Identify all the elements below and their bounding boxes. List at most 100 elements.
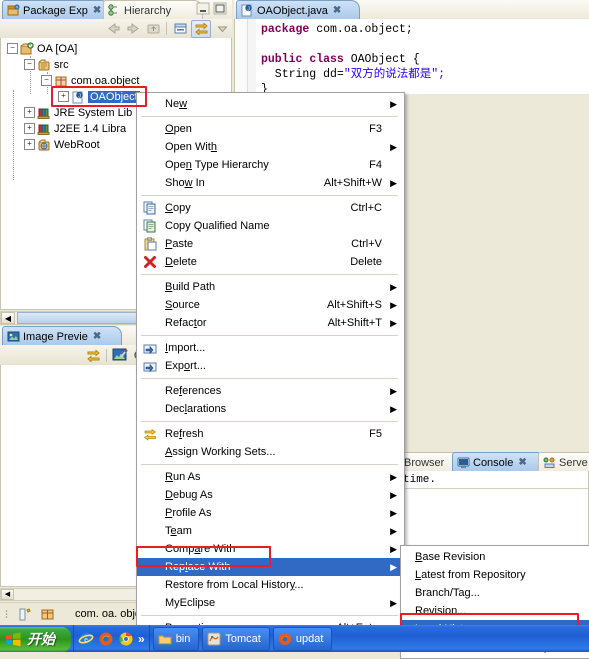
svg-text:J: J — [78, 93, 81, 99]
menu-item-import[interactable]: Import... — [137, 339, 404, 357]
up-icon[interactable] — [144, 21, 162, 37]
menu-item-restore-from-local-history[interactable]: Restore from Local History... — [137, 576, 404, 594]
submenu-item-label: Latest from Repository — [415, 569, 526, 581]
menu-item-declarations[interactable]: Declarations ▶ — [137, 400, 404, 418]
menu-item-refresh[interactable]: Refresh F5 — [137, 425, 404, 443]
submenu-item-branch-tag[interactable]: Branch/Tag... — [401, 584, 589, 602]
expand-toggle-icon[interactable]: − — [24, 59, 35, 70]
tree-node-src[interactable]: − src — [24, 57, 69, 72]
firefox-icon[interactable] — [98, 631, 114, 647]
expand-toggle-icon[interactable]: − — [7, 43, 18, 54]
taskbar-item-update[interactable]: updat — [272, 626, 333, 651]
menu-item-copy[interactable]: Copy Ctrl+C — [137, 199, 404, 217]
menu-separator — [141, 421, 398, 422]
tree-node-oaobject[interactable]: + J OAObject — [58, 89, 140, 104]
submenu-item-base-revision[interactable]: Base Revision — [401, 548, 589, 566]
tree-node-package[interactable]: − com.oa.object — [41, 73, 139, 88]
tab-console[interactable]: Console ✖ — [452, 452, 546, 472]
submenu-item-label: Base Revision — [415, 551, 486, 563]
menu-item-compare-with[interactable]: Compare With ▶ — [137, 540, 404, 558]
collapse-all-icon[interactable] — [171, 21, 189, 37]
taskbar-item-tomcat[interactable]: Tomcat — [202, 626, 270, 651]
menu-item-export[interactable]: Export... — [137, 357, 404, 375]
tree-node-jre-system-library[interactable]: + JRE System Lib — [24, 105, 132, 120]
tree-node-oa-project[interactable]: − OA [OA] — [7, 41, 77, 56]
tab-servers[interactable]: Serve — [538, 452, 589, 472]
menu-item-paste[interactable]: Paste Ctrl+V — [137, 235, 404, 253]
close-icon[interactable]: ✖ — [333, 5, 341, 16]
quick-launch-bar: e » — [73, 625, 150, 652]
expand-toggle-icon[interactable]: + — [24, 139, 35, 150]
menu-item-run-as[interactable]: Run As ▶ — [137, 468, 404, 486]
tab-editor-oaobject[interactable]: J OAObject.java ✖ — [236, 0, 360, 20]
taskbar-item-label: Tomcat — [225, 632, 261, 645]
scroll-left-button[interactable]: ◀ — [1, 589, 14, 600]
tab-package-explorer[interactable]: Package Exp ✖ — [2, 0, 110, 20]
servers-icon — [543, 456, 556, 469]
tab-image-preview[interactable]: Image Previe ✖ — [2, 326, 122, 346]
menu-item-debug-as[interactable]: Debug As ▶ — [137, 486, 404, 504]
tab-hierarchy[interactable]: Hierarchy — [103, 0, 203, 20]
submenu-item-revision[interactable]: Revision... — [401, 602, 589, 620]
view-maximize-button[interactable] — [213, 2, 228, 16]
menu-item-label: Copy Qualified Name — [165, 220, 270, 232]
more-chevrons-icon[interactable]: » — [138, 632, 145, 646]
menu-item-open-with[interactable]: Open With ▶ — [137, 138, 404, 156]
view-menu-icon[interactable] — [213, 21, 231, 37]
scroll-left-button[interactable]: ◀ — [1, 312, 15, 324]
menu-item-refactor[interactable]: Refactor Alt+Shift+T ▶ — [137, 314, 404, 332]
expand-toggle-icon[interactable]: + — [24, 107, 35, 118]
forward-icon[interactable] — [124, 21, 142, 37]
close-icon[interactable]: ✖ — [518, 457, 526, 468]
context-menu[interactable]: New ▶ Open F3 Open With ▶ Open Type Hierarchy F… — [136, 92, 405, 640]
menu-item-profile-as[interactable]: Profile As ▶ — [137, 504, 404, 522]
menu-separator — [141, 464, 398, 465]
taskbar-item-bin[interactable]: bin — [152, 626, 200, 651]
tree-node-webroot[interactable]: + WebRoot — [24, 137, 100, 152]
menu-item-references[interactable]: References ▶ — [137, 382, 404, 400]
menu-item-build-path[interactable]: Build Path ▶ — [137, 278, 404, 296]
expand-toggle-icon[interactable]: + — [58, 91, 69, 102]
chrome-icon[interactable] — [118, 631, 134, 647]
submenu-arrow-icon: ▶ — [390, 489, 397, 500]
menu-item-source[interactable]: Source Alt+Shift+S ▶ — [137, 296, 404, 314]
menu-item-label: Copy — [165, 202, 191, 214]
menu-item-show-in[interactable]: Show In Alt+Shift+W ▶ — [137, 174, 404, 192]
submenu-arrow-icon: ▶ — [390, 597, 397, 608]
sync-icon[interactable] — [84, 347, 102, 363]
editor-code-area[interactable]: package com.oa.object; public class OAOb… — [234, 19, 589, 94]
image-preview-canvas[interactable] — [0, 365, 150, 587]
menu-item-open[interactable]: Open F3 — [137, 120, 404, 138]
link-with-editor-icon[interactable] — [191, 19, 211, 38]
close-icon[interactable]: ✖ — [93, 5, 101, 16]
menu-item-myeclipse[interactable]: MyEclipse ▶ — [137, 594, 404, 612]
expand-toggle-icon[interactable]: + — [24, 123, 35, 134]
menu-item-label: Replace With — [165, 561, 231, 573]
editor-source-text[interactable]: package com.oa.object; public class OAOb… — [261, 22, 445, 94]
image-preview-scrollbar[interactable]: ◀ — [0, 588, 150, 601]
menu-item-delete[interactable]: Delete Delete — [137, 253, 404, 271]
menu-item-assign-working-sets[interactable]: Assign Working Sets... — [137, 443, 404, 461]
close-icon[interactable]: ✖ — [93, 331, 101, 342]
view-minimize-button[interactable] — [196, 2, 211, 16]
menu-item-shortcut: Alt+Shift+S — [326, 299, 382, 311]
start-button[interactable]: 开始 — [0, 626, 71, 652]
menu-item-label: Refactor — [165, 317, 207, 329]
tree-node-label: WebRoot — [54, 138, 100, 151]
menu-item-team[interactable]: Team ▶ — [137, 522, 404, 540]
submenu-item-latest-from-repository[interactable]: Latest from Repository — [401, 566, 589, 584]
ie-icon[interactable]: e — [78, 631, 94, 647]
menu-item-copy-qualified-name[interactable]: Copy Qualified Name — [137, 217, 404, 235]
menu-item-replace-with[interactable]: Replace With ▶ — [137, 558, 404, 576]
folder-icon — [158, 632, 172, 646]
menu-item-open-type-hierarchy[interactable]: Open Type Hierarchy F4 — [137, 156, 404, 174]
tree-node-j2ee-library[interactable]: + J2EE 1.4 Libra — [24, 121, 126, 136]
back-icon[interactable] — [104, 21, 122, 37]
menu-separator — [141, 195, 398, 196]
menu-item-new[interactable]: New ▶ — [137, 95, 404, 113]
menu-item-label: References — [165, 385, 222, 397]
image-tool-icon[interactable] — [111, 347, 129, 363]
menu-item-shortcut: Delete — [350, 256, 382, 268]
submenu-item-label: Branch/Tag... — [415, 587, 480, 599]
expand-toggle-icon[interactable]: − — [41, 75, 52, 86]
